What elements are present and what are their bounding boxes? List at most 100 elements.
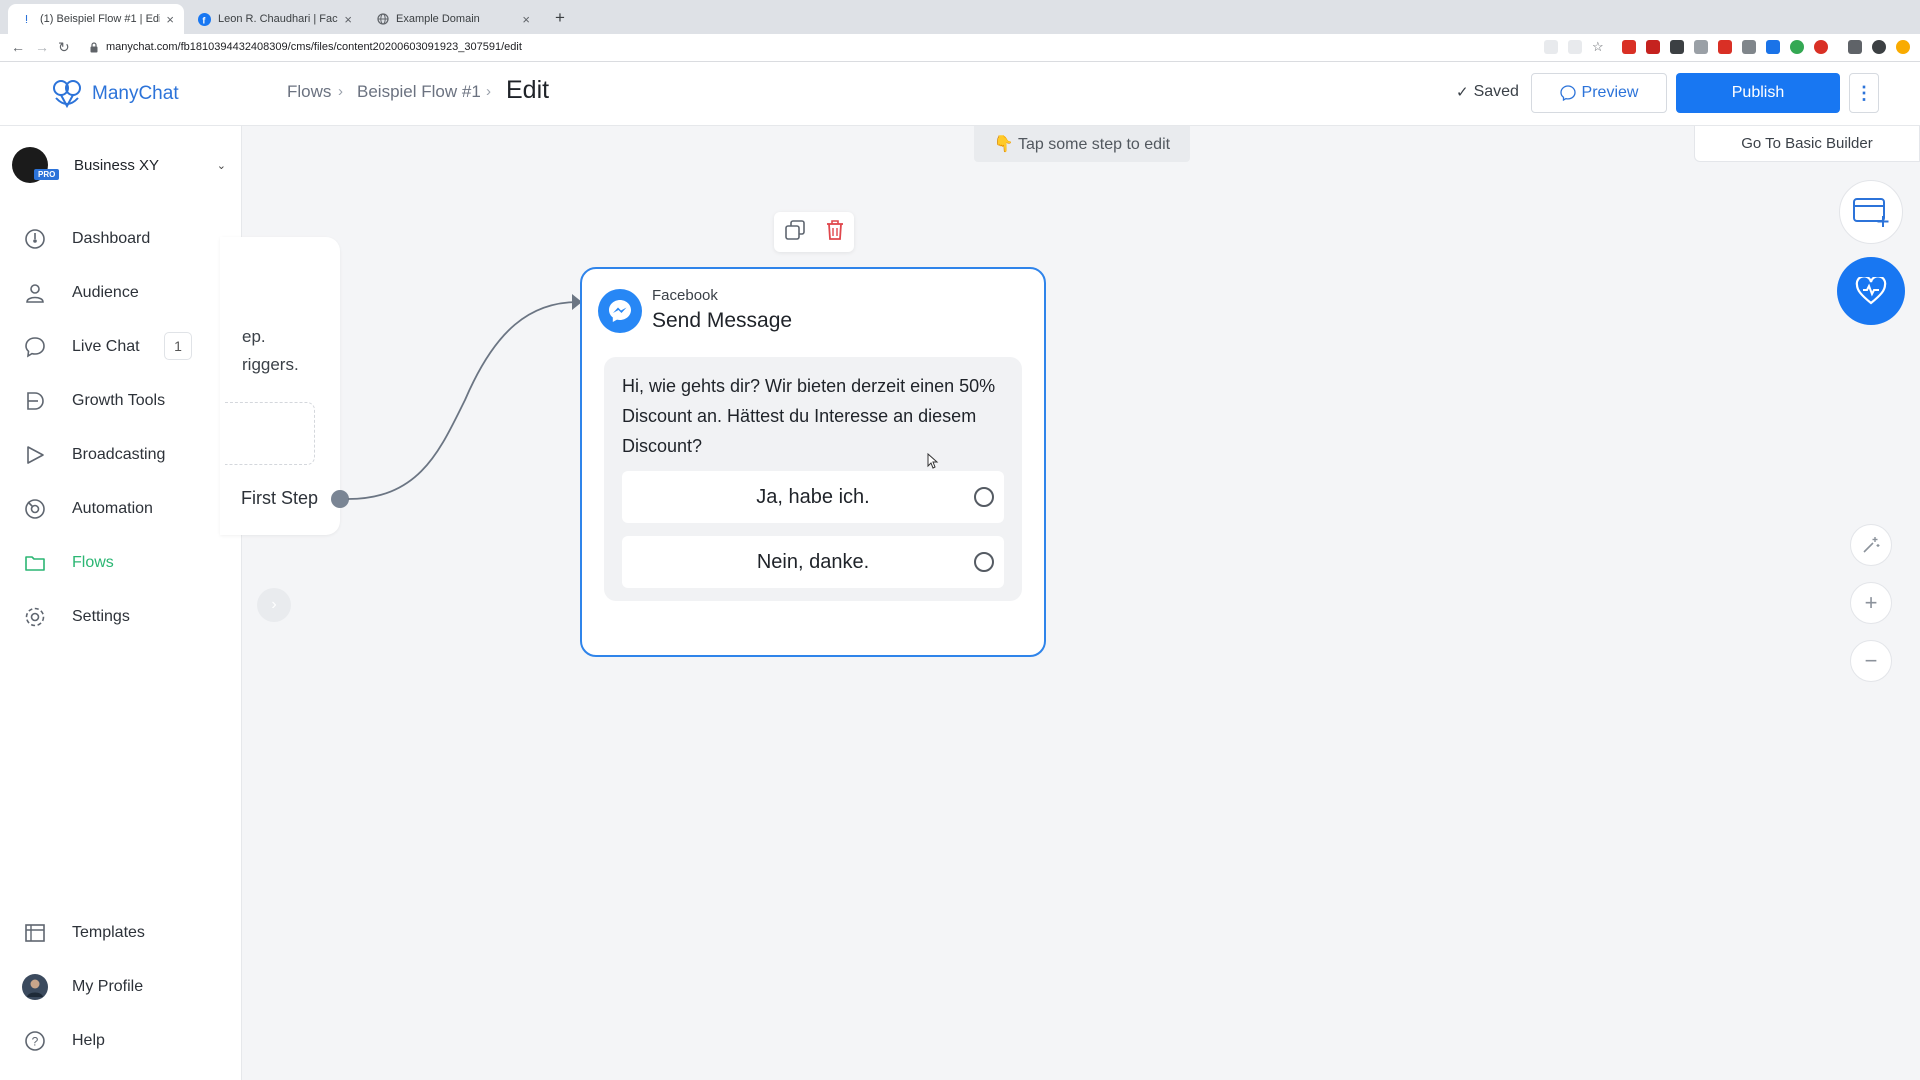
close-tab-icon[interactable]: × bbox=[166, 12, 174, 27]
sidebar: PRO Business XY ⌄ Dashboard Audience Liv… bbox=[0, 126, 242, 1080]
sidebar-item-label: Broadcasting bbox=[72, 446, 166, 463]
app-header: ManyChat Flows › Beispiel Flow #1 › Edit… bbox=[0, 62, 1920, 126]
url-input[interactable]: manychat.com/fb181039443240830​9/cms/fil… bbox=[106, 41, 522, 53]
message-bubble[interactable]: Hi, wie gehts dir? Wir bieten derzeit ei… bbox=[604, 357, 1022, 601]
node-title: Send Message bbox=[652, 309, 793, 332]
extension-icon[interactable] bbox=[1718, 40, 1732, 54]
start-node-text: riggers. bbox=[242, 355, 299, 374]
close-tab-icon[interactable]: × bbox=[344, 12, 352, 27]
new-tab-icon[interactable]: + bbox=[555, 8, 565, 28]
sidebar-item-label: Live Chat bbox=[72, 338, 140, 355]
checkmark-icon: ✓ bbox=[1456, 84, 1469, 101]
heart-pulse-icon bbox=[1855, 277, 1887, 305]
gear-icon bbox=[22, 604, 48, 630]
manychat-logo-icon bbox=[53, 80, 81, 109]
close-tab-icon[interactable]: × bbox=[522, 12, 530, 27]
zoom-icon[interactable] bbox=[1568, 40, 1582, 54]
saved-label: Saved bbox=[1473, 83, 1519, 100]
sidebar-item-settings[interactable]: Settings bbox=[22, 602, 222, 632]
facebook-favicon-icon: f bbox=[198, 12, 211, 26]
button-connector-icon[interactable] bbox=[974, 487, 994, 507]
extension-icon[interactable] bbox=[1790, 40, 1804, 54]
go-to-basic-builder-button[interactable]: Go To Basic Builder bbox=[1694, 126, 1920, 162]
manychat-logo[interactable]: ManyChat bbox=[50, 78, 179, 110]
sidebar-item-automation[interactable]: Automation bbox=[22, 494, 222, 524]
dashboard-icon bbox=[22, 226, 48, 252]
svg-text:?: ? bbox=[32, 1035, 39, 1049]
message-text: Hi, wie gehts dir? Wir bieten derzeit ei… bbox=[622, 376, 996, 456]
auto-arrange-icon[interactable] bbox=[1850, 524, 1892, 566]
quick-reply-button[interactable]: Ja, habe ich. bbox=[622, 471, 1004, 523]
browser-tab-active[interactable]: ⵑ (1) Beispiel Flow #1 | Edit Cont × bbox=[8, 4, 184, 34]
sidebar-item-label: My Profile bbox=[72, 978, 144, 995]
sidebar-item-label: Audience bbox=[72, 284, 139, 301]
button-connector-icon[interactable] bbox=[974, 552, 994, 572]
sidebar-item-label: Automation bbox=[72, 500, 153, 517]
first-step-label: First Step bbox=[241, 488, 319, 508]
breadcrumb-flow-name[interactable]: Beispiel Flow #1 bbox=[357, 82, 481, 102]
unread-count-badge: 1 bbox=[164, 332, 192, 360]
publish-button[interactable]: Publish bbox=[1676, 73, 1840, 113]
folder-icon bbox=[22, 550, 48, 576]
browser-address-bar: ← → ↻ manychat.com/fb181039443240830​9/c… bbox=[0, 34, 1920, 62]
sidebar-item-dashboard[interactable]: Dashboard bbox=[22, 224, 222, 254]
account-name: Business XY bbox=[74, 156, 160, 174]
extension-icon[interactable] bbox=[1766, 40, 1780, 54]
sidebar-item-my-profile[interactable]: My Profile bbox=[22, 972, 222, 1002]
more-options-icon[interactable]: ⋮ bbox=[1849, 73, 1879, 113]
sidebar-item-label: Growth Tools bbox=[72, 392, 166, 409]
forward-icon[interactable]: → bbox=[35, 39, 49, 55]
sidebar-item-label: Templates bbox=[72, 924, 145, 941]
sidebar-item-audience[interactable]: Audience bbox=[22, 278, 222, 308]
update-icon[interactable] bbox=[1896, 40, 1910, 54]
extension-icon[interactable] bbox=[1622, 40, 1636, 54]
node-channel-label: Facebook bbox=[652, 287, 718, 304]
flow-health-button[interactable] bbox=[1837, 257, 1905, 325]
manychat-favicon-icon: ⵑ bbox=[24, 13, 29, 26]
add-trigger-placeholder[interactable] bbox=[225, 402, 315, 465]
extension-icon[interactable] bbox=[1670, 40, 1684, 54]
browser-tab[interactable]: f Leon R. Chaudhari | Facebook × bbox=[186, 4, 362, 34]
flow-canvas[interactable] bbox=[243, 127, 1920, 1080]
quick-reply-button[interactable]: Nein, danke. bbox=[622, 536, 1004, 588]
automation-icon bbox=[22, 496, 48, 522]
extension-icon[interactable] bbox=[1814, 40, 1828, 54]
zoom-in-icon[interactable]: + bbox=[1850, 582, 1892, 624]
sidebar-item-templates[interactable]: Templates bbox=[22, 918, 222, 948]
breadcrumb-flows[interactable]: Flows bbox=[287, 82, 331, 102]
tab-title: (1) Beispiel Flow #1 | Edit Cont bbox=[40, 13, 160, 25]
sidebar-item-growth-tools[interactable]: Growth Tools bbox=[22, 386, 222, 416]
lock-icon bbox=[90, 40, 98, 58]
account-avatar: PRO bbox=[12, 147, 60, 183]
pro-badge: PRO bbox=[34, 169, 60, 180]
chevron-right-icon[interactable]: › bbox=[257, 588, 291, 622]
extension-icon[interactable] bbox=[1646, 40, 1660, 54]
sidebar-item-live-chat[interactable]: Live Chat 1 bbox=[22, 332, 222, 362]
translate-icon[interactable] bbox=[1544, 40, 1558, 54]
add-step-button[interactable] bbox=[1839, 180, 1903, 244]
browser-tab[interactable]: Example Domain × bbox=[364, 4, 540, 34]
preview-button[interactable]: Preview bbox=[1531, 73, 1667, 113]
sidebar-item-flows[interactable]: Flows bbox=[22, 548, 222, 578]
back-icon[interactable]: ← bbox=[11, 39, 25, 55]
delete-icon[interactable] bbox=[825, 219, 845, 246]
chevron-down-icon: ⌄ bbox=[216, 159, 226, 172]
templates-icon bbox=[22, 920, 48, 946]
playlist-icon[interactable] bbox=[1848, 40, 1862, 54]
duplicate-icon[interactable] bbox=[784, 219, 806, 246]
bookmark-star-icon[interactable]: ☆ bbox=[1592, 39, 1606, 54]
start-node-text: ep. bbox=[242, 327, 266, 346]
extension-icon[interactable] bbox=[1694, 40, 1708, 54]
zoom-out-icon[interactable]: − bbox=[1850, 640, 1892, 682]
profile-avatar-icon[interactable] bbox=[1872, 40, 1886, 54]
sidebar-item-help[interactable]: ? Help bbox=[22, 1026, 222, 1056]
extension-icon[interactable] bbox=[1742, 40, 1756, 54]
sidebar-item-label: Help bbox=[72, 1032, 105, 1049]
send-message-node[interactable]: Facebook Send Message Hi, wie gehts dir?… bbox=[580, 267, 1046, 657]
reload-icon[interactable]: ↻ bbox=[58, 39, 70, 56]
sidebar-item-broadcasting[interactable]: Broadcasting bbox=[22, 440, 222, 470]
avatar bbox=[22, 974, 48, 1000]
account-switcher[interactable]: PRO Business XY ⌄ bbox=[12, 142, 234, 188]
node-toolbar bbox=[774, 212, 854, 252]
quick-reply-label: Nein, danke. bbox=[756, 550, 870, 573]
